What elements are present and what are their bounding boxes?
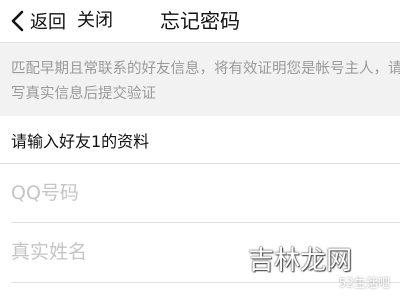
watermark-site-text: 52生活吧 bbox=[338, 276, 390, 290]
watermark: 吉林龙网 52生活吧 bbox=[240, 242, 390, 292]
navigation-bar: 返回 关闭 忘记密码 bbox=[0, 0, 400, 43]
section-title: 请输入好友1的资料 bbox=[11, 132, 150, 151]
back-button[interactable]: 返回 bbox=[8, 8, 66, 34]
watermark-logo-text: 吉林龙网 bbox=[247, 246, 352, 276]
qq-number-input[interactable] bbox=[11, 165, 381, 221]
qq-number-row bbox=[0, 165, 400, 221]
notice-banner: 匹配早期且常联系的好友信息，将有效证明您是帐号主人，请填写真实信息后提交验证 bbox=[0, 43, 400, 116]
back-button-label: 返回 bbox=[30, 12, 66, 33]
notice-text: 匹配早期且常联系的好友信息，将有效证明您是帐号主人，请填写真实信息后提交验证 bbox=[11, 61, 400, 102]
section-divider bbox=[0, 163, 400, 164]
close-button[interactable]: 关闭 bbox=[77, 8, 113, 34]
chevron-left-icon bbox=[11, 10, 24, 32]
field-divider bbox=[11, 222, 400, 223]
